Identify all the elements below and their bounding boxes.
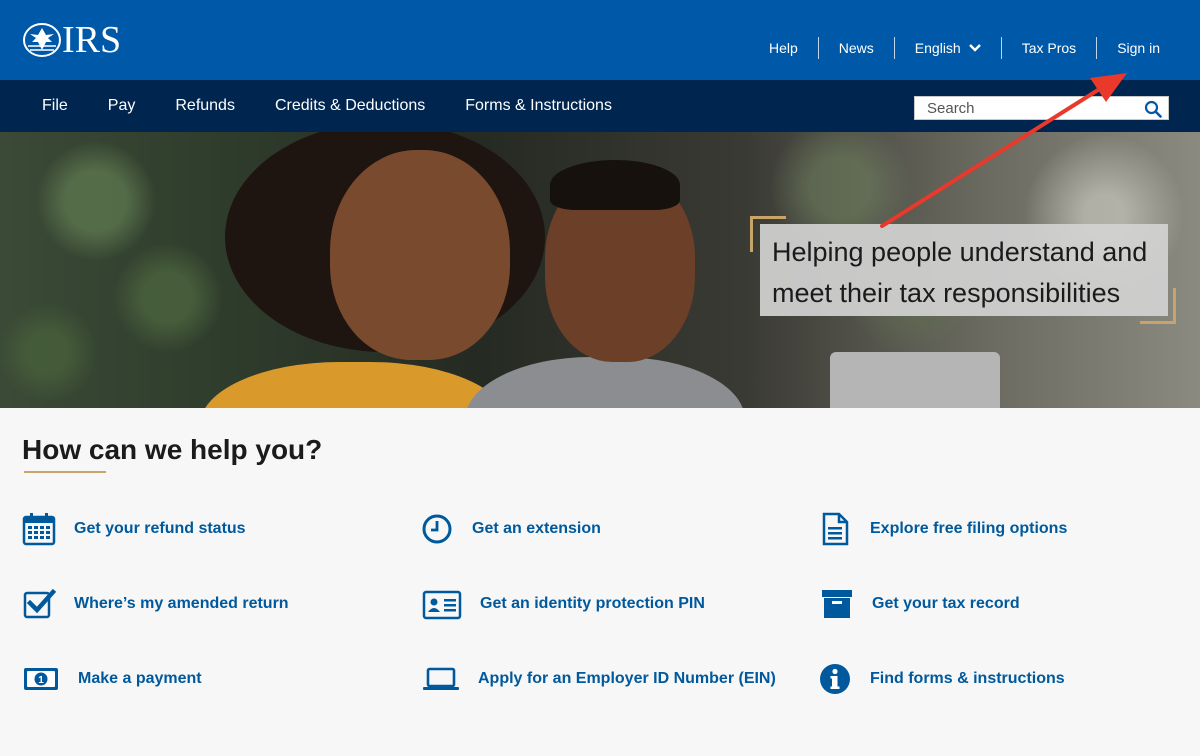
task-link-free-filing[interactable]: Explore free filing options: [818, 512, 1067, 546]
hero-photo-person-face: [330, 150, 510, 360]
help-link[interactable]: Help: [749, 38, 818, 58]
nav-item-file[interactable]: File: [22, 97, 88, 115]
laptop-icon: [422, 662, 460, 696]
nav-item-pay[interactable]: Pay: [88, 97, 156, 115]
hero-tagline-card: Helping people understand and meet their…: [760, 224, 1168, 316]
divider: [1096, 37, 1098, 59]
search-icon[interactable]: [1144, 100, 1162, 118]
hero-photo-person-hair: [550, 160, 680, 210]
nav-item-refunds[interactable]: Refunds: [155, 97, 255, 115]
task-link-identity-pin[interactable]: Get an identity protection PIN: [422, 587, 705, 621]
dollar-bill-icon: 1: [22, 662, 60, 696]
divider: [893, 37, 895, 59]
language-label: English: [914, 40, 961, 56]
task-label: Where’s my amended return: [74, 595, 289, 612]
search-box: [914, 96, 1169, 120]
top-header: IRS Help News English Tax Pros Sign in: [0, 0, 1200, 80]
task-label: Get your refund status: [74, 520, 246, 537]
language-select[interactable]: English: [895, 38, 1001, 58]
divider: [817, 37, 819, 59]
archive-box-icon: [820, 587, 854, 621]
calendar-icon: [22, 512, 56, 546]
eagle-emblem-icon: [23, 23, 61, 57]
divider: [1000, 37, 1002, 59]
sign-in-link[interactable]: Sign in: [1097, 38, 1180, 58]
clock-icon: [420, 512, 454, 546]
utility-nav: Help News English Tax Pros Sign in: [749, 36, 1180, 60]
hero-tagline-line: Helping people understand and: [772, 237, 1148, 267]
task-label: Apply for an Employer ID Number (EIN): [478, 670, 776, 687]
hero-photo-laptop: [830, 352, 1000, 408]
hero-tagline-line: meet their tax responsibilities: [772, 278, 1121, 308]
section-heading: How can we help you?: [22, 434, 323, 465]
search-input[interactable]: [915, 99, 1135, 117]
hero-frame-corner: [1140, 288, 1176, 324]
document-icon: [818, 512, 852, 546]
info-icon: [818, 662, 852, 696]
logo-wordmark: IRS: [62, 19, 122, 61]
task-label: Get an identity protection PIN: [480, 595, 705, 612]
task-label: Get your tax record: [872, 595, 1020, 612]
task-link-refund-status[interactable]: Get your refund status: [22, 512, 246, 546]
task-link-extension[interactable]: Get an extension: [420, 512, 601, 546]
task-link-forms-instructions[interactable]: Find forms & instructions: [818, 662, 1065, 696]
tax-pros-link[interactable]: Tax Pros: [1002, 38, 1096, 58]
irs-logo[interactable]: IRS: [22, 19, 122, 61]
id-card-icon: [422, 587, 462, 621]
heading-underline: [24, 471, 106, 473]
task-link-amended-return[interactable]: Where’s my amended return: [22, 587, 289, 621]
checkbox-icon: [22, 587, 56, 621]
task-label: Get an extension: [472, 520, 601, 537]
task-label: Make a payment: [78, 670, 202, 687]
nav-item-forms-instructions[interactable]: Forms & Instructions: [445, 97, 632, 115]
main-menu: File Pay Refunds Credits & Deductions Fo…: [22, 80, 632, 132]
task-label: Find forms & instructions: [870, 670, 1065, 687]
task-label: Explore free filing options: [870, 520, 1068, 537]
nav-item-credits-deductions[interactable]: Credits & Deductions: [255, 97, 445, 115]
task-link-make-payment[interactable]: 1 Make a payment: [22, 662, 202, 696]
hero-tagline: Helping people understand and meet their…: [772, 232, 1147, 314]
task-link-tax-record[interactable]: Get your tax record: [820, 587, 1020, 621]
task-link-employer-id[interactable]: Apply for an Employer ID Number (EIN): [422, 662, 776, 696]
news-link[interactable]: News: [819, 38, 894, 58]
chevron-down-icon: [968, 44, 981, 52]
svg-text:1: 1: [38, 675, 44, 686]
